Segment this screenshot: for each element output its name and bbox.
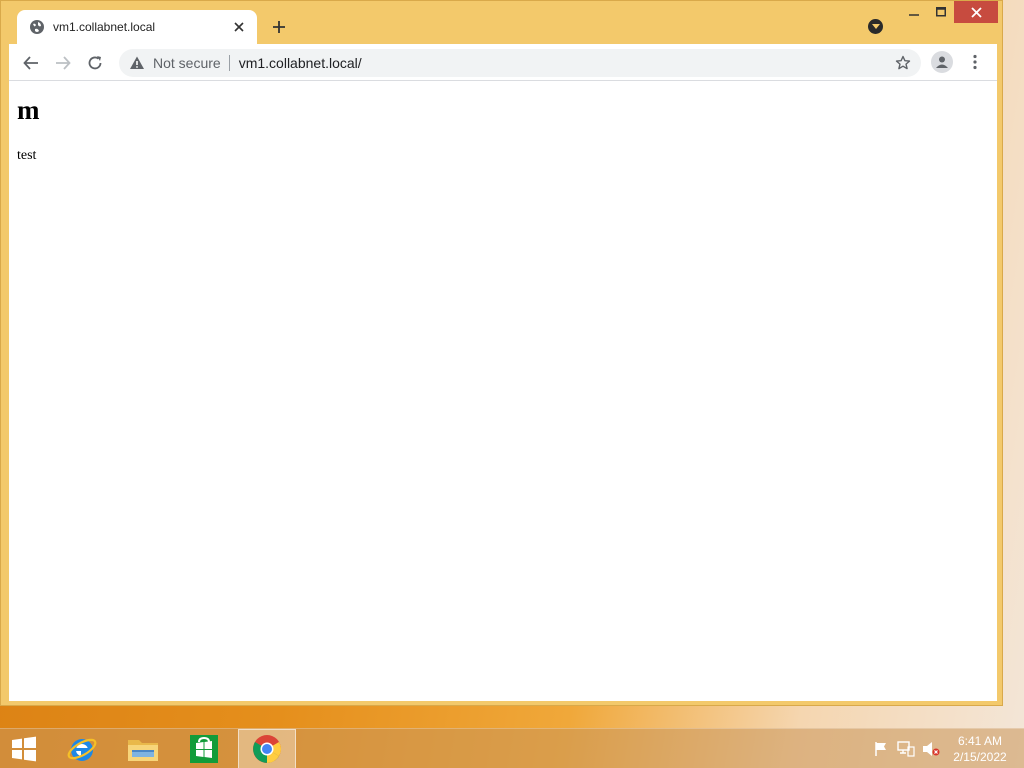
- minimize-icon: [909, 14, 919, 16]
- plus-icon: [273, 21, 285, 33]
- tab-title: vm1.collabnet.local: [53, 20, 156, 34]
- maximize-icon: [936, 7, 946, 17]
- tab-search-button[interactable]: [868, 19, 883, 34]
- store-button[interactable]: [178, 729, 230, 768]
- internet-explorer-icon: [67, 738, 97, 761]
- divider: [228, 55, 230, 71]
- bookmark-star-icon[interactable]: [893, 53, 913, 73]
- arrow-left-icon: [23, 56, 38, 70]
- page-viewport: m test: [9, 81, 997, 701]
- clock-date: 2/15/2022: [953, 750, 1007, 764]
- start-icon: [12, 736, 36, 762]
- file-explorer-button[interactable]: [117, 729, 169, 768]
- browser-menu-button[interactable]: [965, 51, 985, 73]
- file-explorer-icon: [128, 740, 158, 761]
- browser-tab[interactable]: vm1.collabnet.local: [17, 10, 257, 44]
- arrow-right-icon: [56, 56, 71, 70]
- more-vertical-icon: [973, 54, 977, 70]
- back-button[interactable]: [20, 52, 42, 74]
- minimize-button[interactable]: [900, 1, 928, 23]
- new-tab-button[interactable]: [269, 17, 289, 37]
- warning-icon[interactable]: [129, 55, 145, 71]
- security-label[interactable]: Not secure: [153, 55, 221, 71]
- reload-icon: [88, 56, 102, 70]
- close-tab-icon[interactable]: [231, 19, 247, 35]
- start-button[interactable]: [0, 729, 48, 768]
- address-bar[interactable]: Not secure vm1.collabnet.local/: [119, 49, 921, 77]
- browser-toolbar: Not secure vm1.collabnet.local/: [9, 44, 997, 81]
- internet-explorer-button[interactable]: [56, 729, 108, 768]
- maximize-button[interactable]: [928, 1, 954, 23]
- reload-button[interactable]: [84, 52, 106, 74]
- page-heading: m: [17, 95, 40, 125]
- chrome-icon: [253, 735, 281, 763]
- close-icon: [970, 6, 982, 18]
- title-bar: vm1.collabnet.local: [1, 1, 1002, 44]
- store-icon: [190, 735, 218, 763]
- system-clock[interactable]: 6:41 AM 2/15/2022: [948, 733, 1012, 765]
- network-icon[interactable]: [897, 741, 915, 757]
- speaker-muted-icon[interactable]: [922, 741, 940, 757]
- clock-time: 6:41 AM: [957, 734, 1003, 748]
- chrome-taskbar-button[interactable]: [238, 729, 296, 768]
- browser-window: vm1.collabnet.local Not secure vm1.colla…: [0, 0, 1003, 706]
- close-window-button[interactable]: [954, 1, 998, 23]
- forward-button[interactable]: [52, 52, 74, 74]
- person-icon: [936, 56, 948, 68]
- chevron-down-icon: [871, 23, 880, 29]
- globe-icon: [29, 19, 45, 35]
- url-text[interactable]: vm1.collabnet.local/: [239, 55, 893, 71]
- taskbar: 6:41 AM 2/15/2022: [0, 728, 1024, 768]
- page-paragraph: test: [17, 148, 37, 163]
- action-center-flag-icon[interactable]: [872, 741, 890, 757]
- profile-avatar-button[interactable]: [931, 51, 953, 73]
